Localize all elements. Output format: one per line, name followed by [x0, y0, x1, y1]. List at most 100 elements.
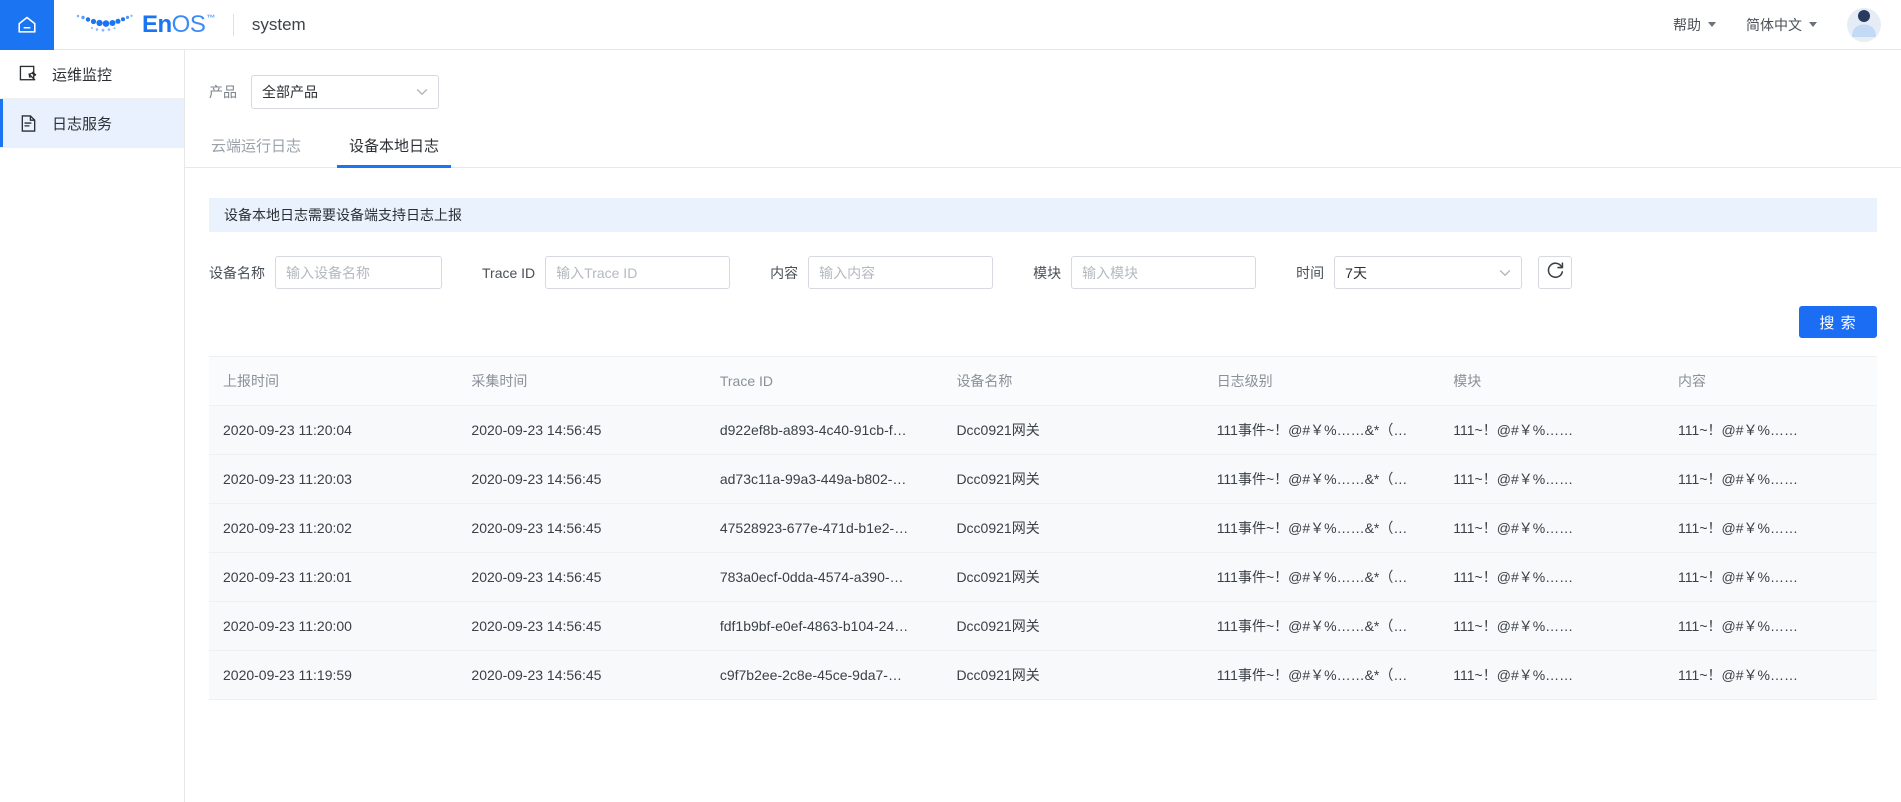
cell-content: 111~！@#￥%…… — [1664, 503, 1877, 553]
info-banner: 设备本地日志需要设备端支持日志上报 — [209, 198, 1877, 232]
search-filter-row: 设备名称 Trace ID 内容 模块 时间 7天 — [209, 256, 1877, 289]
cell-device-name: Dcc0921网关 — [942, 552, 1203, 602]
column-header-log-level: 日志级别 — [1202, 357, 1440, 406]
time-range-select[interactable]: 7天 — [1334, 256, 1523, 289]
tab-cloud-runtime-log[interactable]: 云端运行日志 — [209, 135, 303, 167]
device-name-input[interactable] — [275, 256, 442, 289]
refresh-icon — [1546, 261, 1565, 285]
cell-module: 111~！@#￥%…… — [1439, 552, 1665, 602]
help-menu[interactable]: 帮助 — [1673, 15, 1716, 35]
content-input[interactable] — [808, 256, 994, 289]
cell-collect-time: 2020-09-23 14:56:45 — [457, 454, 706, 504]
sidebar-item-label: 日志服务 — [52, 115, 113, 133]
info-banner-text: 设备本地日志需要设备端支持日志上报 — [224, 207, 462, 223]
cell-content: 111~！@#￥%…… — [1664, 552, 1877, 602]
cell-trace-id: d922ef8b-a893-4c40-91cb-f… — [705, 405, 943, 455]
chevron-down-icon — [1809, 22, 1817, 27]
product-filter: 产品 全部产品 — [185, 50, 1901, 109]
product-select-value: 全部产品 — [262, 84, 318, 100]
cell-report-time: 2020-09-23 11:20:00 — [209, 601, 458, 651]
help-label: 帮助 — [1673, 16, 1701, 33]
trace-id-input[interactable] — [545, 256, 731, 289]
language-menu[interactable]: 简体中文 — [1746, 15, 1817, 35]
cell-log-level: 111事件~！@#￥%……&*（… — [1202, 601, 1440, 651]
header-divider — [232, 13, 234, 36]
column-header-collect-time: 采集时间 — [457, 357, 706, 406]
log-table-wrapper: 上报时间 采集时间 Trace ID 设备名称 日志级别 模块 内容 2020-… — [209, 356, 1877, 700]
ops-monitor-icon — [18, 64, 38, 84]
chevron-down-icon — [1708, 22, 1716, 27]
device-name-label: 设备名称 — [209, 264, 265, 281]
cell-module: 111~！@#￥%…… — [1439, 405, 1665, 455]
time-field: 时间 7天 — [1296, 256, 1523, 289]
module-field: 模块 — [1033, 256, 1257, 289]
enos-swoosh-icon — [74, 9, 136, 40]
header-actions: 帮助 简体中文 — [1673, 7, 1901, 42]
table-row[interactable]: 2020-09-23 11:20:01 2020-09-23 14:56:45 … — [209, 552, 1877, 602]
table-header-row: 上报时间 采集时间 Trace ID 设备名称 日志级别 模块 内容 — [209, 357, 1877, 406]
cell-device-name: Dcc0921网关 — [942, 503, 1203, 553]
cell-device-name: Dcc0921网关 — [942, 405, 1203, 455]
content-label: 内容 — [770, 264, 799, 281]
home-icon — [16, 14, 38, 36]
column-header-module: 模块 — [1439, 357, 1665, 406]
table-row[interactable]: 2020-09-23 11:19:59 2020-09-23 14:56:45 … — [209, 650, 1877, 700]
column-header-trace-id: Trace ID — [705, 357, 943, 406]
tab-label: 设备本地日志 — [349, 138, 440, 155]
sidebar-item-log-service[interactable]: 日志服务 — [0, 99, 184, 148]
brand-os: OS — [171, 10, 206, 38]
trace-id-field: Trace ID — [482, 256, 731, 289]
tab-device-local-log[interactable]: 设备本地日志 — [337, 135, 452, 168]
refresh-button[interactable] — [1538, 256, 1573, 289]
product-label: 产品 — [209, 84, 237, 100]
page-title: system — [251, 14, 306, 34]
cell-collect-time: 2020-09-23 14:56:45 — [457, 405, 706, 455]
avatar[interactable] — [1847, 7, 1881, 42]
cell-device-name: Dcc0921网关 — [942, 601, 1203, 651]
cell-report-time: 2020-09-23 11:20:01 — [209, 552, 458, 602]
cell-collect-time: 2020-09-23 14:56:45 — [457, 601, 706, 651]
cell-module: 111~！@#￥%…… — [1439, 503, 1665, 553]
cell-content: 111~！@#￥%…… — [1664, 454, 1877, 504]
cell-content: 111~！@#￥%…… — [1664, 405, 1877, 455]
language-label: 简体中文 — [1746, 16, 1802, 33]
log-table-head: 上报时间 采集时间 Trace ID 设备名称 日志级别 模块 内容 — [209, 357, 1877, 406]
cell-trace-id: 783a0ecf-0dda-4574-a390-… — [705, 552, 943, 602]
user-avatar-icon — [1847, 7, 1881, 42]
cell-collect-time: 2020-09-23 14:56:45 — [457, 552, 706, 602]
trace-id-label: Trace ID — [482, 264, 536, 281]
cell-module: 111~！@#￥%…… — [1439, 454, 1665, 504]
product-select[interactable]: 全部产品 — [251, 75, 439, 109]
table-row[interactable]: 2020-09-23 11:20:04 2020-09-23 14:56:45 … — [209, 405, 1877, 455]
cell-module: 111~！@#￥%…… — [1439, 650, 1665, 700]
time-label: 时间 — [1296, 264, 1325, 281]
cell-trace-id: c9f7b2ee-2c8e-45ce-9da7-… — [705, 650, 943, 700]
brand-logo[interactable]: En OS ™ — [74, 0, 215, 50]
log-table-body: 2020-09-23 11:20:04 2020-09-23 14:56:45 … — [209, 405, 1877, 700]
time-range-value: 7天 — [1345, 264, 1367, 281]
cell-collect-time: 2020-09-23 14:56:45 — [457, 650, 706, 700]
column-header-device-name: 设备名称 — [942, 357, 1203, 406]
search-button[interactable]: 搜 索 — [1799, 306, 1877, 338]
tab-label: 云端运行日志 — [211, 138, 302, 155]
chevron-down-icon — [416, 86, 428, 98]
cell-content: 111~！@#￥%…… — [1664, 650, 1877, 700]
table-row[interactable]: 2020-09-23 11:20:03 2020-09-23 14:56:45 … — [209, 454, 1877, 504]
home-button[interactable] — [0, 0, 54, 50]
table-row[interactable]: 2020-09-23 11:20:02 2020-09-23 14:56:45 … — [209, 503, 1877, 553]
brand-tm: ™ — [206, 12, 215, 23]
log-tabs: 云端运行日志 设备本地日志 — [185, 135, 1901, 168]
cell-content: 111~！@#￥%…… — [1664, 601, 1877, 651]
table-row[interactable]: 2020-09-23 11:20:00 2020-09-23 14:56:45 … — [209, 601, 1877, 651]
cell-trace-id: 47528923-677e-471d-b1e2-… — [705, 503, 943, 553]
sidebar-item-ops-monitor[interactable]: 运维监控 — [0, 50, 184, 99]
cell-log-level: 111事件~！@#￥%……&*（… — [1202, 405, 1440, 455]
module-input[interactable] — [1071, 256, 1257, 289]
cell-log-level: 111事件~！@#￥%……&*（… — [1202, 552, 1440, 602]
cell-trace-id: fdf1b9bf-e0ef-4863-b104-24… — [705, 601, 943, 651]
sidebar: 运维监控 日志服务 — [0, 50, 185, 802]
cell-trace-id: ad73c11a-99a3-449a-b802-… — [705, 454, 943, 504]
cell-log-level: 111事件~！@#￥%……&*（… — [1202, 650, 1440, 700]
cell-report-time: 2020-09-23 11:20:03 — [209, 454, 458, 504]
cell-report-time: 2020-09-23 11:19:59 — [209, 650, 458, 700]
